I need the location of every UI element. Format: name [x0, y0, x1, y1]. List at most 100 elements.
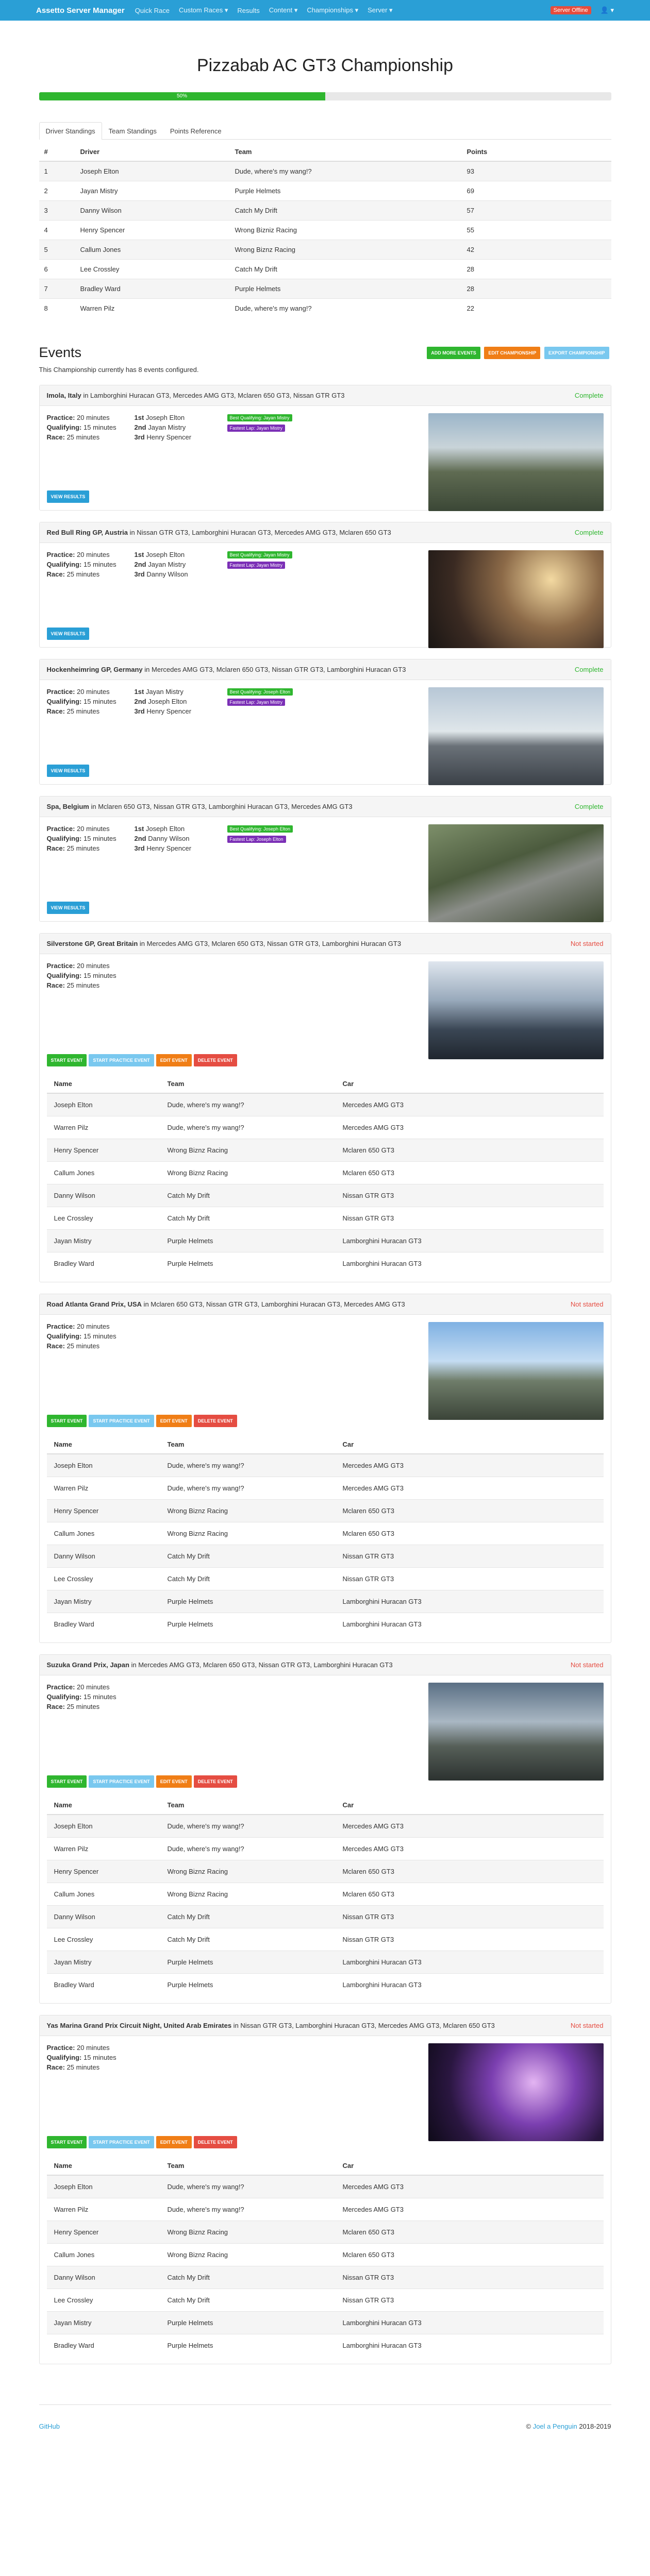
driver-cell: Joseph Elton [75, 161, 230, 181]
user-menu[interactable]: 👤 ▾ [601, 6, 614, 14]
view-results-button[interactable]: View Results [46, 628, 90, 640]
race-time-value: 25 minutes [66, 844, 100, 852]
best-qualifying-badge: Best Qualifying: Joseph Elton [227, 688, 293, 696]
start-event-button[interactable]: Start Event [46, 1415, 87, 1427]
race-time-value: 25 minutes [66, 707, 100, 715]
event-badges: Best Qualifying: Jayan Mistry Fastest Lap… [227, 413, 403, 511]
entrant-row: Callum Jones Wrong Biznz Racing Mclaren 65… [46, 2243, 604, 2266]
standings-tabs: Driver Standings Team Standings Points R… [39, 122, 611, 140]
start-event-button[interactable]: Start Event [46, 1054, 87, 1066]
start-practice-button[interactable]: Start Practice Event [89, 1054, 154, 1066]
nav-quick-race[interactable]: Quick Race [135, 7, 170, 14]
event-title: Spa, Belgium in Mclaren 650 GT3, Nissan … [47, 803, 353, 810]
driver-cell: Danny Wilson [75, 200, 230, 221]
nav-custom-races[interactable]: Custom Races ▾ [179, 6, 228, 14]
event-header: Suzuka Grand Prix, Japan in Mercedes AMG… [39, 1655, 611, 1675]
team-cell: Catch My Drift [229, 200, 462, 221]
tab-driver-standings[interactable]: Driver Standings [39, 122, 102, 140]
qualifying-time-value: 15 minutes [84, 2053, 116, 2061]
add-events-button[interactable]: Add more events [427, 346, 480, 359]
practice-time-row: Practice: 20 minutes [47, 824, 135, 834]
edit-event-button[interactable]: Edit Event [156, 1415, 192, 1427]
team-cell: Wrong Biznz Racing [160, 1860, 336, 1883]
fastest-lap-badge: Fastest Lap: Jayan Mistry [227, 425, 286, 432]
event-track-name: Red Bull Ring GP, Austria [46, 529, 128, 536]
podium-p3: 3rd Henry Spencer [135, 433, 227, 443]
entrant-row: Jayan Mistry Purple Helmets Lamborghini Hu… [46, 1229, 604, 1252]
col-team: Team [229, 143, 462, 162]
team-cell: Catch My Drift [160, 1567, 336, 1590]
col-name: Name [46, 1435, 160, 1454]
podium-driver: Danny Wilson [146, 570, 188, 578]
team-cell: Wrong Biznz Racing [160, 2221, 336, 2244]
author-link[interactable]: Joel a Penguin [533, 2422, 577, 2430]
view-results-button[interactable]: View Results [46, 765, 90, 777]
podium-p2: 2nd Jayan Mistry [135, 560, 227, 570]
nav-content[interactable]: Content ▾ [269, 6, 298, 14]
car-cell: Lamborghini Huracan GT3 [335, 2311, 604, 2334]
nav-results[interactable]: Results [237, 7, 259, 14]
nav-server[interactable]: Server ▾ [368, 6, 392, 14]
nav-championships[interactable]: Championships ▾ [307, 6, 358, 14]
qualifying-time-label: Qualifying: [46, 697, 82, 705]
car-cell: Lamborghini Huracan GT3 [335, 1252, 604, 1275]
car-cell: Nissan GTR GT3 [335, 1928, 604, 1951]
car-cell: Mercedes AMG GT3 [335, 1477, 604, 1500]
qualifying-time-value: 15 minutes [84, 697, 116, 705]
team-cell: Catch My Drift [229, 259, 462, 279]
delete-event-button[interactable]: Delete Event [193, 1775, 237, 1788]
car-cell: Nissan GTR GT3 [335, 1905, 604, 1928]
standings-row: 6 Lee Crossley Catch My Drift 28 [39, 259, 611, 279]
start-event-button[interactable]: Start Event [46, 1775, 87, 1788]
name-cell: Henry Spencer [46, 1139, 160, 1162]
session-times: Practice: 20 minutes Qualifying: 15 minut… [47, 1683, 135, 1781]
edit-event-button[interactable]: Edit Event [156, 1054, 192, 1066]
start-practice-button[interactable]: Start Practice Event [89, 1415, 154, 1427]
team-cell: Catch My Drift [160, 1545, 336, 1568]
tab-points-reference[interactable]: Points Reference [163, 122, 228, 140]
delete-event-button[interactable]: Delete Event [193, 1054, 237, 1066]
track-preview-image [428, 1322, 604, 1420]
github-link[interactable]: GitHub [39, 2422, 60, 2430]
standings-row: 8 Warren Pilz Dude, where's my wang!? 22 [39, 298, 611, 318]
event-card: Spa, Belgium in Mclaren 650 GT3, Nissan … [39, 796, 611, 922]
practice-time-value: 20 minutes [77, 1323, 110, 1330]
view-results-button[interactable]: View Results [46, 902, 90, 914]
name-cell: Danny Wilson [46, 1184, 160, 1207]
tab-team-standings[interactable]: Team Standings [102, 122, 163, 140]
entrant-row: Danny Wilson Catch My Drift Nissan GTR GT3 [46, 2266, 604, 2289]
podium-p2: 2nd Joseph Elton [135, 697, 227, 707]
car-cell: Lamborghini Huracan GT3 [335, 2334, 604, 2357]
delete-event-button[interactable]: Delete Event [193, 1415, 237, 1427]
team-cell: Catch My Drift [160, 1184, 336, 1207]
entrants-header-row: Name Team Car [46, 2157, 604, 2176]
podium-driver: Henry Spencer [146, 707, 192, 715]
export-championship-button[interactable]: Export Championship [544, 346, 609, 359]
event-cars: in Mercedes AMG GT3, Mclaren 650 GT3, Ni… [142, 666, 406, 673]
race-time-value: 25 minutes [66, 981, 100, 989]
edit-championship-button[interactable]: Edit Championship [484, 346, 541, 359]
delete-event-button[interactable]: Delete Event [193, 2136, 237, 2148]
start-event-button[interactable]: Start Event [46, 2136, 87, 2148]
edit-event-button[interactable]: Edit Event [156, 2136, 192, 2148]
start-practice-button[interactable]: Start Practice Event [89, 2136, 154, 2148]
entrant-row: Jayan Mistry Purple Helmets Lamborghini Hu… [46, 1951, 604, 1974]
event-title: Silverstone GP, Great Britain in Mercede… [47, 940, 402, 947]
event-body: Practice: 20 minutes Qualifying: 15 minut… [40, 2036, 611, 2364]
practice-time-value: 20 minutes [77, 1683, 110, 1691]
team-cell: Purple Helmets [160, 1229, 336, 1252]
edit-event-button[interactable]: Edit Event [156, 1775, 192, 1788]
session-times: Practice: 20 minutes Qualifying: 15 minut… [47, 961, 135, 1059]
team-cell: Catch My Drift [160, 2266, 336, 2289]
car-cell: Mclaren 650 GT3 [335, 2221, 604, 2244]
race-time-label: Race: [46, 570, 65, 578]
entrant-row: Danny Wilson Catch My Drift Nissan GTR GT3 [46, 1184, 604, 1207]
team-cell: Dude, where's my wang!? [160, 1477, 336, 1500]
qualifying-time-row: Qualifying: 15 minutes [47, 834, 135, 844]
brand-link[interactable]: Assetto Server Manager [36, 6, 125, 15]
start-practice-button[interactable]: Start Practice Event [89, 1775, 154, 1788]
podium-place-label: 2nd [134, 697, 146, 705]
entrants-table: Name Team Car Joseph Elton Dude, where's my … [46, 1075, 604, 1275]
view-results-button[interactable]: View Results [46, 490, 90, 503]
race-time-value: 25 minutes [66, 2063, 100, 2071]
